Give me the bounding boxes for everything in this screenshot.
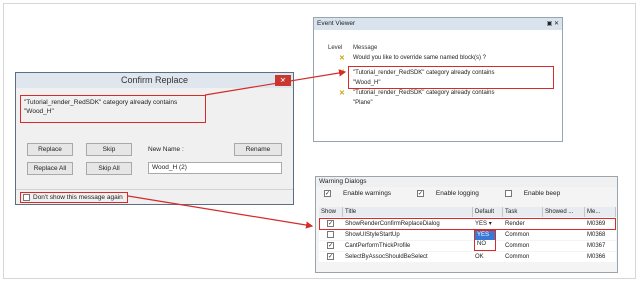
arrows-layer bbox=[127, 69, 347, 229]
arrow-to-warning bbox=[127, 195, 314, 229]
arrow-to-event bbox=[204, 69, 347, 96]
